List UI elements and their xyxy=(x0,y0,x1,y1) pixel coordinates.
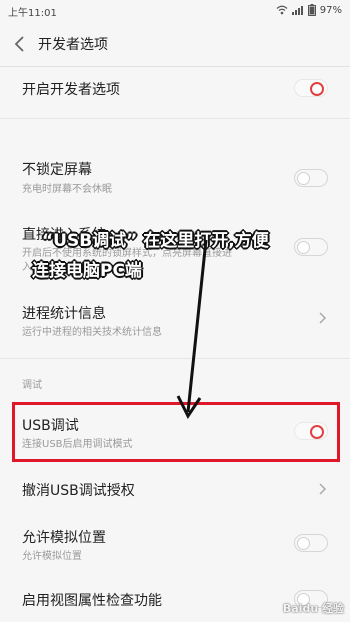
back-arrow-icon[interactable] xyxy=(10,32,30,56)
mock-location-label: 允许模拟位置 xyxy=(22,530,106,546)
signal-icon xyxy=(291,6,303,15)
usb-debugging-highlight-box xyxy=(12,402,340,462)
stay-awake-row[interactable]: 不锁定屏幕 充电时屏幕不会休眠 xyxy=(0,150,350,198)
mock-location-row[interactable]: 允许模拟位置 允许模拟位置 xyxy=(0,518,350,566)
revoke-usb-auth-row[interactable]: 撤消USB调试授权 xyxy=(0,470,350,510)
chevron-right-icon xyxy=(319,483,327,495)
toggle-knob xyxy=(297,172,310,185)
revoke-usb-auth-label: 撤消USB调试授权 xyxy=(22,483,135,499)
direct-enter-system-toggle[interactable] xyxy=(294,238,328,256)
page-title: 开发者选项 xyxy=(38,37,108,53)
developer-options-toggle[interactable] xyxy=(294,79,328,97)
battery-percent: 97% xyxy=(319,4,342,16)
baidu-watermark: Baidu 经验 xyxy=(282,602,344,615)
annotation-line-2: 连接电脑PC端 xyxy=(32,261,142,281)
toggle-knob xyxy=(297,241,310,254)
title-bar: 开发者选项 xyxy=(0,22,350,67)
annotation-line-1: “USB调试” 在这里打开,方便 xyxy=(42,231,269,251)
battery-icon xyxy=(307,4,316,16)
process-stats-label: 进程统计信息 xyxy=(22,306,106,322)
process-stats-row[interactable]: 进程统计信息 运行中进程的相关技术统计信息 xyxy=(0,296,350,344)
section-debug-header: 调试 xyxy=(22,380,42,391)
process-stats-desc: 运行中进程的相关技术统计信息 xyxy=(22,327,162,338)
divider xyxy=(0,118,350,119)
mock-location-desc: 允许模拟位置 xyxy=(22,551,82,562)
status-time: 上午11:01 xyxy=(8,8,57,19)
chevron-right-icon xyxy=(319,312,327,324)
status-bar: 上午11:01 97% xyxy=(0,0,350,22)
toggle-knob xyxy=(310,82,324,96)
stay-awake-label: 不锁定屏幕 xyxy=(22,162,92,178)
developer-options-row[interactable]: 开启开发者选项 xyxy=(0,66,350,112)
developer-options-label: 开启开发者选项 xyxy=(22,82,120,98)
status-icons: 97% xyxy=(276,4,342,16)
view-attribute-inspection-label: 启用视图属性检查功能 xyxy=(22,593,162,609)
wifi-icon xyxy=(276,5,288,15)
stay-awake-toggle[interactable] xyxy=(294,169,328,187)
mock-location-toggle[interactable] xyxy=(294,534,328,552)
toggle-knob xyxy=(297,537,310,550)
stay-awake-desc: 充电时屏幕不会休眠 xyxy=(22,184,112,195)
divider xyxy=(0,358,350,359)
